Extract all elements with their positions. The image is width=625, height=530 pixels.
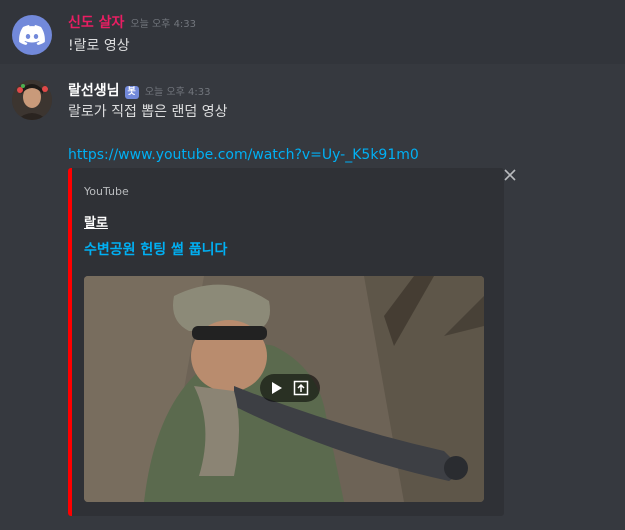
bot-badge: 봇 [124, 86, 139, 99]
message-content: 랄로가 직접 뽑은 랜덤 영상 [68, 104, 228, 120]
message-header: 랄선생님 봇 오늘 오후 4:33 [68, 80, 210, 100]
discord-logo-icon [19, 25, 45, 45]
message-group-1: 신도 살자 오늘 오후 4:33 !랄로 영상 [0, 0, 625, 64]
timestamp: 오늘 오후 4:33 [144, 87, 211, 98]
embed-title[interactable]: 수변공원 헌팅 썰 풉니다 [84, 239, 227, 259]
message-content: !랄로 영상 [68, 38, 130, 54]
username[interactable]: 신도 살자 [68, 12, 124, 32]
video-controls[interactable] [260, 374, 320, 402]
timestamp: 오늘 오후 4:33 [130, 19, 197, 30]
embed-author[interactable]: 랄로 [84, 212, 108, 231]
message-header: 신도 살자 오늘 오후 4:33 [68, 12, 196, 32]
youtube-link[interactable]: https://www.youtube.com/watch?v=Uy-_K5k9… [68, 147, 419, 163]
user-avatar-icon [12, 80, 52, 120]
avatar[interactable] [12, 15, 52, 55]
video-thumbnail[interactable] [84, 276, 484, 502]
avatar[interactable] [12, 80, 52, 120]
youtube-embed: YouTube 랄로 수변공원 헌팅 썰 풉니다 [68, 168, 504, 516]
embed-provider: YouTube [84, 185, 129, 198]
message-group-2: 랄선생님 봇 오늘 오후 4:33 랄로가 직접 뽑은 랜덤 영상 https:… [0, 74, 625, 530]
username[interactable]: 랄선생님 [68, 80, 120, 100]
open-external-icon[interactable] [293, 380, 309, 396]
close-icon[interactable] [502, 168, 518, 184]
play-icon[interactable] [271, 381, 283, 395]
